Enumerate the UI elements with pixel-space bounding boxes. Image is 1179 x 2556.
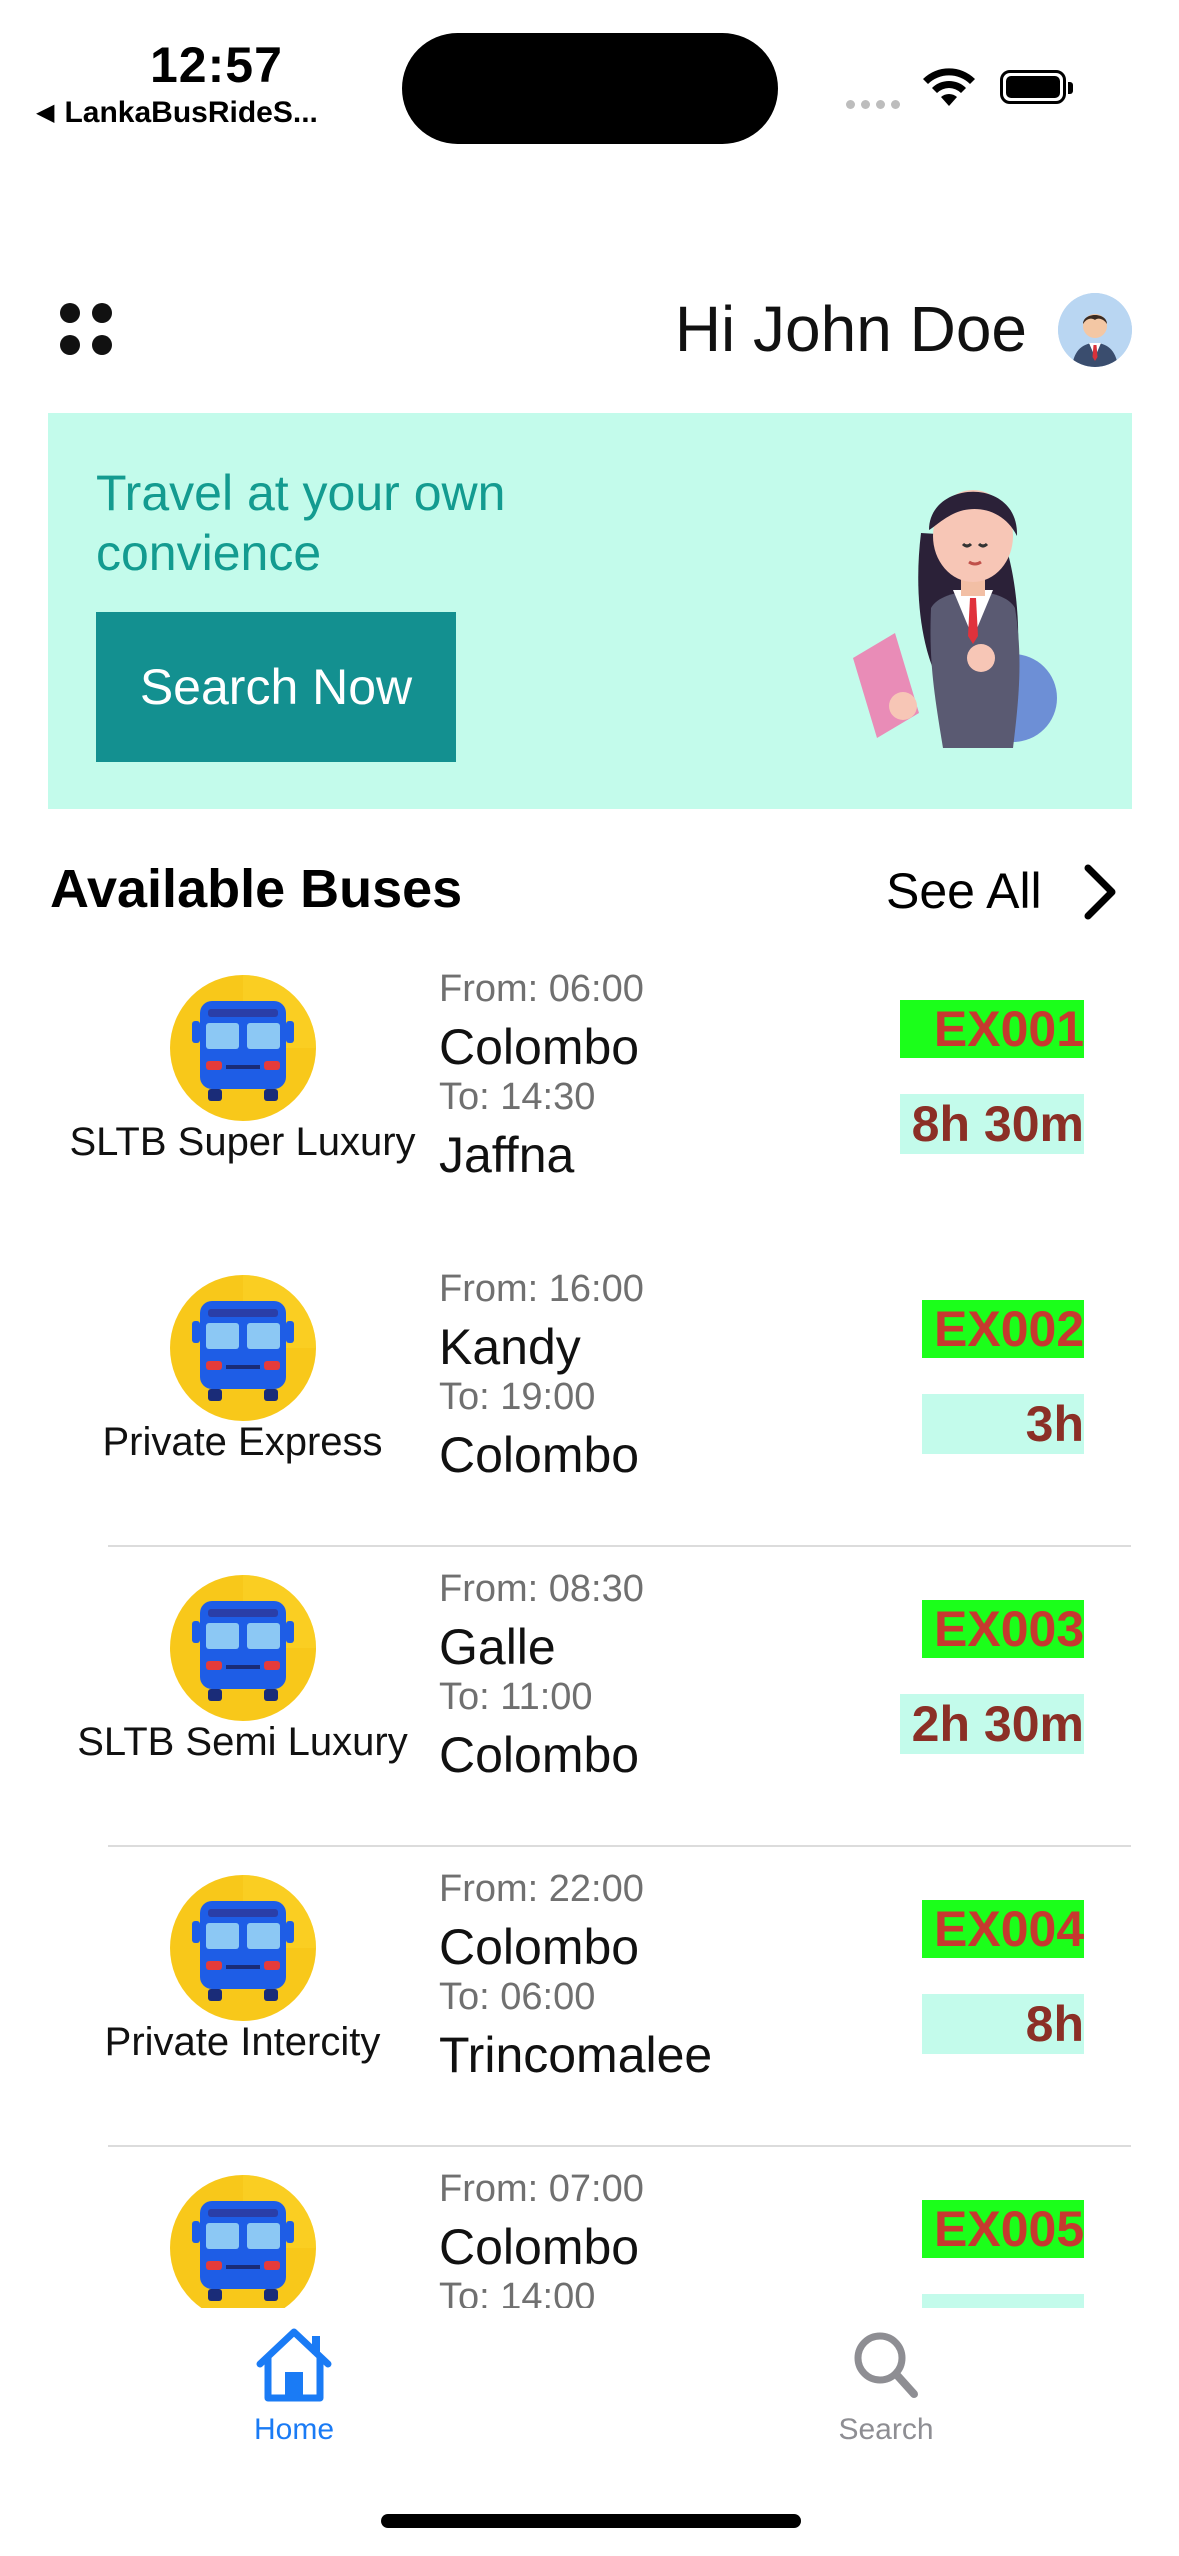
origin-city: Colombo (439, 1019, 640, 1075)
route-code-badge: EX003 (922, 1600, 1084, 1658)
route-code-badge: EX005 (922, 2200, 1084, 2258)
origin-city: Colombo (439, 2219, 640, 2275)
home-indicator (381, 2514, 801, 2528)
see-all-link[interactable]: See All (886, 862, 1042, 920)
grid-dots-icon[interactable] (60, 303, 112, 355)
row-divider (108, 1845, 1131, 1847)
operator-name: SLTB Super Luxury (69, 1120, 416, 1164)
arrival-time: To: 19:00 (439, 1376, 596, 1418)
bus-icon (170, 1575, 316, 1721)
promo-banner: Travel at your own convience Search Now (48, 413, 1132, 809)
section-title: Available Buses (50, 859, 463, 919)
dynamic-island (402, 33, 778, 144)
row-divider (108, 1545, 1131, 1547)
arrival-time: To: 06:00 (439, 1976, 596, 2018)
duration-badge: 8h 30m (900, 1094, 1084, 1154)
departure-time: From: 08:30 (439, 1568, 644, 1610)
bus-icon (170, 1275, 316, 1421)
bus-list-item[interactable]: From: 07:00 Colombo To: 14:00 EX005 (0, 2148, 1179, 2308)
departure-time: From: 06:00 (439, 968, 644, 1010)
arrival-time: To: 14:00 (439, 2276, 596, 2308)
destination-city: Colombo (439, 1727, 640, 1783)
departure-time: From: 22:00 (439, 1868, 644, 1910)
duration-badge: 3h (922, 1394, 1084, 1454)
arrival-time: To: 11:00 (439, 1676, 593, 1718)
tab-home-label: Home (253, 2413, 335, 2446)
departure-time: From: 07:00 (439, 2168, 644, 2210)
user-avatar-icon[interactable] (1058, 293, 1132, 367)
cellular-icon (846, 96, 906, 114)
origin-city: Galle (439, 1619, 556, 1675)
route-code-badge: EX002 (922, 1300, 1084, 1358)
banner-text: Travel at your own convience (96, 465, 506, 581)
operator-name: Private Intercity (104, 2020, 381, 2064)
bus-icon (170, 2175, 316, 2308)
status-time: 12:57 (150, 37, 283, 93)
tab-search[interactable]: Search (786, 2326, 986, 2447)
departure-time: From: 16:00 (439, 1268, 644, 1310)
bus-list-item[interactable]: SLTB Semi Luxury From: 08:30 Galle To: 1… (0, 1548, 1179, 1848)
search-now-button[interactable]: Search Now (96, 612, 456, 762)
bus-icon (170, 975, 316, 1121)
operator-name: Private Express (102, 1420, 383, 1464)
back-to-app-link[interactable]: ◀ LankaBusRideS... (36, 96, 318, 130)
greeting-text: Hi John Doe (674, 293, 1027, 365)
route-code-badge: EX001 (900, 1000, 1084, 1058)
tab-search-label: Search (838, 2413, 934, 2446)
back-app-name: LankaBusRideS... (64, 96, 318, 129)
destination-city: Trincomalee (439, 2027, 713, 2083)
wifi-icon (923, 68, 975, 106)
destination-city: Colombo (439, 1427, 640, 1483)
traveler-girl-illustration (853, 490, 1057, 748)
bus-list-item[interactable]: Private Intercity From: 22:00 Colombo To… (0, 1848, 1179, 2148)
tab-home[interactable]: Home (194, 2326, 394, 2447)
back-arrow-icon: ◀ (36, 99, 55, 126)
search-icon (854, 2332, 918, 2398)
origin-city: Colombo (439, 1919, 640, 1975)
duration-badge: 8h (922, 1994, 1084, 2054)
chevron-right-icon[interactable] (1082, 862, 1118, 922)
destination-city: Jaffna (439, 1127, 575, 1183)
operator-name: SLTB Semi Luxury (77, 1720, 408, 1764)
duration-badge: 2h 30m (900, 1694, 1084, 1754)
bus-list-item[interactable]: Private Express From: 16:00 Kandy To: 19… (0, 1248, 1179, 1548)
bus-icon (170, 1875, 316, 2021)
arrival-time: To: 14:30 (439, 1076, 596, 1118)
battery-icon (1000, 70, 1073, 104)
bus-list-item[interactable]: SLTB Super Luxury From: 06:00 Colombo To… (0, 948, 1179, 1248)
row-divider (108, 2145, 1131, 2147)
duration-badge (922, 2294, 1084, 2308)
route-code-badge: EX004 (922, 1900, 1084, 1958)
origin-city: Kandy (439, 1319, 581, 1375)
bus-list: SLTB Super Luxury From: 06:00 Colombo To… (0, 948, 1179, 2308)
home-icon (256, 2328, 332, 2402)
